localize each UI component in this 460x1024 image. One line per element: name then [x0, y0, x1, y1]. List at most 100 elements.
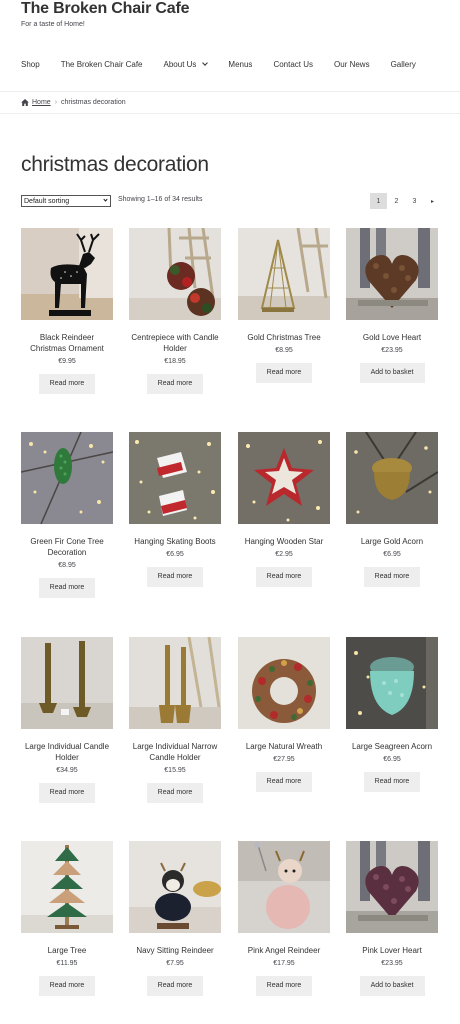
- read-more-button[interactable]: Read more: [256, 976, 312, 996]
- product-price: €8.95: [275, 347, 293, 354]
- product-name[interactable]: Large Gold Acorn: [346, 536, 438, 547]
- page-1-button[interactable]: 1: [370, 193, 387, 209]
- nav-item-label: Menus: [228, 59, 253, 69]
- pagination: 1 2 3 ▸: [369, 193, 441, 209]
- product-price: €7.95: [166, 960, 184, 967]
- product-card: Pink Lover Heart €23.95 Add to basket: [346, 841, 438, 996]
- nav-item-label: Shop: [21, 59, 40, 69]
- product-card: Large Seagreen Acorn €6.95 Read more: [346, 637, 438, 792]
- nav-item-menus[interactable]: Menus: [228, 60, 252, 69]
- nav-item-label: Our News: [334, 59, 370, 69]
- product-price: €8.95: [58, 562, 76, 569]
- read-more-button[interactable]: Read more: [39, 578, 95, 598]
- page-3-button[interactable]: 3: [406, 193, 423, 209]
- product-name[interactable]: Large Tree: [21, 945, 113, 956]
- product-price: €23.95: [381, 960, 403, 967]
- product-price: €11.95: [56, 960, 78, 967]
- product-card: Pink Angel Reindeer €17.95 Read more: [238, 841, 330, 996]
- product-name[interactable]: Large Individual Candle Holder: [21, 741, 113, 763]
- product-card: Hanging Wooden Star €2.95 Read more: [238, 432, 330, 587]
- read-more-button[interactable]: Read more: [364, 567, 420, 587]
- site-title[interactable]: The Broken Chair Cafe: [21, 0, 189, 18]
- read-more-button[interactable]: Read more: [39, 783, 95, 803]
- product-card: Green Fir Cone Tree Decoration €8.95 Rea…: [21, 432, 113, 598]
- product-image[interactable]: [129, 841, 221, 933]
- read-more-button[interactable]: Read more: [256, 567, 312, 587]
- next-page-icon[interactable]: ▸: [424, 193, 441, 209]
- page-2-button[interactable]: 2: [388, 193, 405, 209]
- read-more-button[interactable]: Read more: [147, 567, 203, 587]
- product-name[interactable]: Black Reindeer Christmas Ornament: [21, 332, 113, 354]
- breadcrumb: Home › christmas decoration: [0, 92, 460, 114]
- product-name[interactable]: Large Individual Narrow Candle Holder: [129, 741, 221, 763]
- product-image[interactable]: [346, 841, 438, 933]
- product-card: Large Individual Candle Holder €34.95 Re…: [21, 637, 113, 803]
- product-price: €17.95: [273, 960, 295, 967]
- read-more-button[interactable]: Read more: [364, 772, 420, 792]
- product-card: Gold Love Heart €23.95 Add to basket: [346, 228, 438, 383]
- product-image[interactable]: [21, 637, 113, 729]
- product-image[interactable]: [21, 432, 113, 524]
- product-name[interactable]: Hanging Skating Boots: [129, 536, 221, 547]
- nav-item-label: About Us: [163, 59, 197, 69]
- sort-select[interactable]: Default sorting: [21, 195, 111, 207]
- nav-item-gallery[interactable]: Gallery: [391, 60, 416, 69]
- nav-item-label: The Broken Chair Cafe: [60, 59, 143, 69]
- product-name[interactable]: Green Fir Cone Tree Decoration: [21, 536, 113, 558]
- product-image[interactable]: [129, 432, 221, 524]
- product-image[interactable]: [238, 432, 330, 524]
- read-more-button[interactable]: Read more: [256, 363, 312, 383]
- product-price: €15.95: [164, 767, 186, 774]
- product-price: €2.95: [275, 551, 293, 558]
- read-more-button[interactable]: Read more: [147, 374, 203, 394]
- read-more-button[interactable]: Read more: [147, 976, 203, 996]
- chevron-down-icon: [202, 59, 209, 66]
- product-image[interactable]: [238, 841, 330, 933]
- read-more-button[interactable]: Read more: [39, 976, 95, 996]
- product-name[interactable]: Pink Angel Reindeer: [238, 945, 330, 956]
- product-name[interactable]: Large Natural Wreath: [238, 741, 330, 752]
- site-header: The Broken Chair Cafe For a taste of Hom…: [0, 0, 460, 92]
- product-name[interactable]: Gold Christmas Tree: [238, 332, 330, 343]
- product-name[interactable]: Navy Sitting Reindeer: [129, 945, 221, 956]
- product-image[interactable]: [346, 432, 438, 524]
- read-more-button[interactable]: Read more: [39, 374, 95, 394]
- product-name[interactable]: Gold Love Heart: [346, 332, 438, 343]
- product-image[interactable]: [346, 637, 438, 729]
- result-count: Showing 1–16 of 34 results: [118, 196, 203, 203]
- product-image[interactable]: [129, 228, 221, 320]
- product-name[interactable]: Large Seagreen Acorn: [346, 741, 438, 752]
- add-to-basket-button[interactable]: Add to basket: [359, 363, 425, 383]
- nav-item-about-us[interactable]: About Us: [163, 59, 209, 69]
- product-price: €6.95: [383, 551, 401, 558]
- product-card: Large Individual Narrow Candle Holder €1…: [129, 637, 221, 803]
- page-title: christmas decoration: [21, 153, 209, 176]
- product-name[interactable]: Centrepiece with Candle Holder: [129, 332, 221, 354]
- nav-item-contact-us[interactable]: Contact Us: [273, 60, 313, 69]
- product-card: Large Natural Wreath €27.95 Read more: [238, 637, 330, 792]
- shop-toolbar: Default sorting Showing 1–16 of 34 resul…: [21, 193, 441, 209]
- read-more-button[interactable]: Read more: [256, 772, 312, 792]
- product-name[interactable]: Hanging Wooden Star: [238, 536, 330, 547]
- nav-item-our-news[interactable]: Our News: [334, 60, 370, 69]
- nav-item-the-broken-chair-cafe[interactable]: The Broken Chair Cafe: [61, 60, 143, 69]
- product-image[interactable]: [238, 637, 330, 729]
- product-card: Gold Christmas Tree €8.95 Read more: [238, 228, 330, 383]
- product-name[interactable]: Pink Lover Heart: [346, 945, 438, 956]
- product-image[interactable]: [129, 637, 221, 729]
- read-more-button[interactable]: Read more: [147, 783, 203, 803]
- breadcrumb-current: christmas decoration: [61, 99, 126, 106]
- add-to-basket-button[interactable]: Add to basket: [359, 976, 425, 996]
- product-card: Large Tree €11.95 Read more: [21, 841, 113, 996]
- product-image[interactable]: [238, 228, 330, 320]
- product-image[interactable]: [21, 228, 113, 320]
- product-image[interactable]: [21, 841, 113, 933]
- product-price: €6.95: [166, 551, 184, 558]
- nav-item-shop[interactable]: Shop: [21, 60, 40, 69]
- product-image[interactable]: [346, 228, 438, 320]
- product-card: Navy Sitting Reindeer €7.95 Read more: [129, 841, 221, 996]
- breadcrumb-home-link[interactable]: Home: [32, 99, 51, 106]
- sort-select-value: Default sorting: [24, 197, 70, 205]
- product-price: €6.95: [383, 756, 401, 763]
- chevron-down-icon: [103, 197, 108, 202]
